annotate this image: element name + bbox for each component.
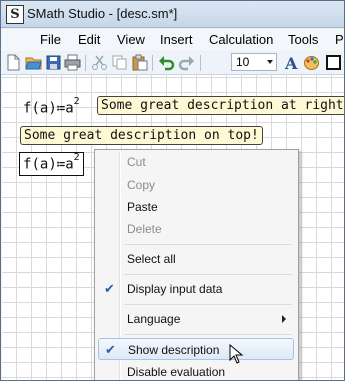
menu-item-label: Display input data [127,282,223,296]
checkmark-icon: ✔ [104,281,115,296]
menu-item-label: Disable evaluation [127,365,226,379]
checkmark-icon: ✔ [105,342,116,357]
app-icon: S [6,5,24,24]
formula-exponent: 2 [73,96,80,107]
description-right[interactable]: Some great description at right! [97,96,344,115]
cut-icon[interactable] [91,54,108,71]
formula-assign-operator: ≔ [56,100,66,117]
new-document-icon[interactable] [5,54,22,71]
title-bar: S SMath Studio - [desc.sm*] [1,1,344,28]
menu-calculation[interactable]: Calculation [209,32,273,47]
toolbar-separator [152,55,153,71]
description-top[interactable]: Some great description on top! [20,126,263,145]
menu-item-label: Paste [127,200,158,214]
chevron-down-icon [267,60,273,64]
formula-function-name: f [23,100,32,117]
context-menu: Cut Copy Paste Delete Select all ✔ Displa… [94,149,299,380]
menu-item-language[interactable]: Language [98,308,294,330]
menu-separator [124,334,292,335]
menu-item-show-description[interactable]: ✔ Show description [98,338,294,360]
menu-separator [124,274,292,275]
menu-item-copy[interactable]: Copy [98,174,294,196]
menu-bar: File Edit View Insert Calculation Tools … [1,29,344,51]
undo-icon[interactable] [158,54,175,71]
menu-item-label: Select all [127,252,176,266]
menu-separator [124,304,292,305]
formula-with-right-description[interactable]: f(a)≔a2 [23,96,80,117]
text-format-icon[interactable]: A [283,54,300,71]
menu-item-label: Show description [128,343,220,357]
formula-base: a [65,100,74,117]
menu-separator [124,244,292,245]
menu-page-truncated[interactable]: Pa [335,32,344,47]
print-icon[interactable] [64,54,81,71]
redo-icon[interactable] [178,54,195,71]
menu-item-label: Copy [127,178,156,192]
mouse-pointer-icon [229,344,244,364]
menu-item-display-input-data[interactable]: ✔ Display input data [98,278,294,300]
menu-item-label: Delete [127,222,162,236]
svg-text:A: A [284,54,298,71]
formula-with-top-description[interactable]: f(a)≔a2 [19,152,84,176]
copy-icon[interactable] [111,54,128,71]
paste-icon[interactable] [131,54,148,71]
formula-base: a [65,156,74,173]
menu-item-select-all[interactable]: Select all [98,248,294,270]
font-size-select[interactable]: 10 [231,53,277,71]
menu-insert[interactable]: Insert [160,32,193,47]
menu-item-paste[interactable]: Paste [98,196,294,218]
formula-exponent: 2 [73,152,80,163]
menu-item-label: Cut [127,155,146,169]
toolbar-separator [85,55,86,71]
toolbar-separator [200,55,201,71]
open-folder-icon[interactable] [25,54,42,71]
menu-item-disable-evaluation[interactable]: Disable evaluation [98,361,294,380]
menu-item-label: Language [127,312,181,326]
menu-view[interactable]: View [117,32,145,47]
toolbar: 10 A [1,52,344,75]
font-size-value: 10 [236,55,250,69]
region-icon[interactable] [325,54,342,71]
smath-window: S SMath Studio - [desc.sm*] File Edit Vi… [0,0,345,381]
formula-assign-operator: ≔ [56,156,66,173]
formula-argument: a [39,156,49,173]
color-palette-icon[interactable] [303,54,320,71]
formula-argument: a [39,100,49,117]
menu-file[interactable]: File [40,32,61,47]
menu-item-delete[interactable]: Delete [98,218,294,240]
menu-tools[interactable]: Tools [288,32,318,47]
submenu-arrow-icon [282,315,286,323]
menu-item-cut[interactable]: Cut [98,151,294,173]
menu-edit[interactable]: Edit [78,32,100,47]
formula-function-name: f [23,156,32,173]
save-icon[interactable] [45,54,62,71]
window-title: SMath Studio - [desc.sm*] [27,6,178,21]
